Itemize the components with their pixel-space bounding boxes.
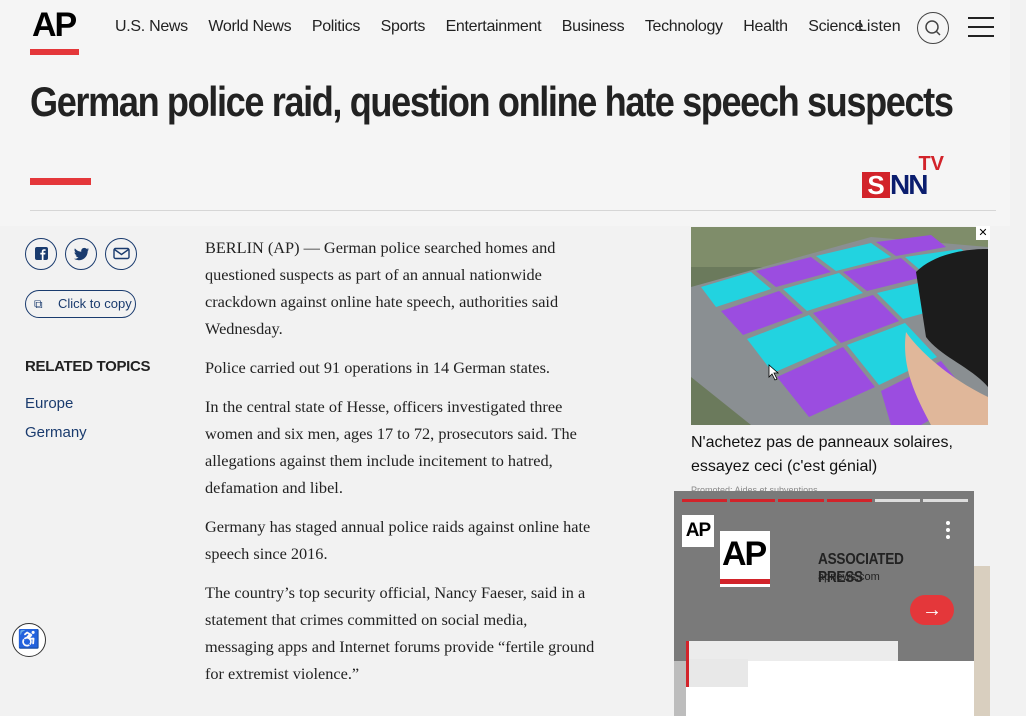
share-facebook-button[interactable] (25, 238, 57, 270)
nav-item-health[interactable]: Health (743, 18, 788, 36)
video-progress-bar[interactable] (682, 499, 969, 502)
nav-item-us-news[interactable]: U.S. News (115, 18, 188, 36)
search-button[interactable] (917, 12, 949, 44)
email-icon (112, 247, 130, 260)
caption-accent (686, 641, 689, 687)
link-icon: ⧉ (34, 297, 43, 311)
main-nav: U.S. News World News Politics Sports Ent… (115, 18, 884, 36)
more-options-icon[interactable] (946, 521, 950, 539)
twitter-icon (73, 247, 89, 261)
caption-placeholder (686, 641, 898, 661)
nav-item-politics[interactable]: Politics (312, 18, 361, 36)
ad-close-icon[interactable]: ✕ (976, 226, 990, 240)
next-arrow-button[interactable]: → (910, 595, 954, 625)
ad-image-solar-panels[interactable] (691, 227, 988, 425)
article-paragraph: Police carried out 91 operations in 14 G… (205, 358, 550, 377)
hamburger-menu-icon[interactable] (968, 17, 994, 39)
article-paragraph: Germany has staged annual police raids a… (205, 517, 591, 563)
copy-link-button[interactable]: ⧉ Click to copy (25, 290, 136, 318)
related-topics-heading: RELATED TOPICS (25, 358, 151, 375)
nav-item-sports[interactable]: Sports (381, 18, 426, 36)
nav-item-entertainment[interactable]: Entertainment (446, 18, 542, 36)
background-image-strip (974, 566, 990, 716)
ap-logo[interactable]: AP (30, 6, 80, 56)
nav-item-technology[interactable]: Technology (645, 18, 723, 36)
site-header: AP U.S. News World News Politics Sports … (0, 0, 1010, 226)
floating-video-player[interactable]: AP AP ASSOCIATED PRESS apnews.com → (674, 491, 974, 716)
share-twitter-button[interactable] (65, 238, 97, 270)
snn-tv-logo: TV S NN (862, 154, 944, 200)
nav-item-world-news[interactable]: World News (208, 18, 291, 36)
mini-ap-logo: AP (682, 515, 714, 547)
nav-item-science[interactable]: Science (808, 18, 863, 36)
article-paragraph: The country’s top security official, Nan… (205, 583, 595, 683)
article-body: BERLIN (AP) — German police searched hom… (205, 234, 597, 699)
caption-placeholder-small (686, 659, 748, 687)
search-icon (925, 20, 941, 36)
article-paragraph: BERLIN (AP) — German police searched hom… (205, 238, 559, 338)
ad-headline[interactable]: N'achetez pas de panneaux solaires, essa… (691, 431, 991, 479)
nav-item-business[interactable]: Business (562, 18, 625, 36)
ap-brand-logo: AP (720, 531, 770, 587)
listen-link[interactable]: Listen (858, 18, 901, 36)
article-headline: German police raid, question online hate… (30, 78, 954, 125)
article-paragraph: In the central state of Hesse, officers … (205, 397, 577, 497)
facebook-icon (34, 247, 48, 260)
accessibility-icon[interactable]: ♿ (12, 623, 46, 657)
header-divider (30, 210, 996, 211)
headline-accent-bar (30, 178, 91, 185)
share-email-button[interactable] (105, 238, 137, 270)
brand-url: apnews.com (818, 571, 880, 583)
related-topic-germany[interactable]: Germany (25, 424, 87, 441)
related-topic-europe[interactable]: Europe (25, 395, 73, 412)
solar-panel-illustration (691, 227, 988, 425)
